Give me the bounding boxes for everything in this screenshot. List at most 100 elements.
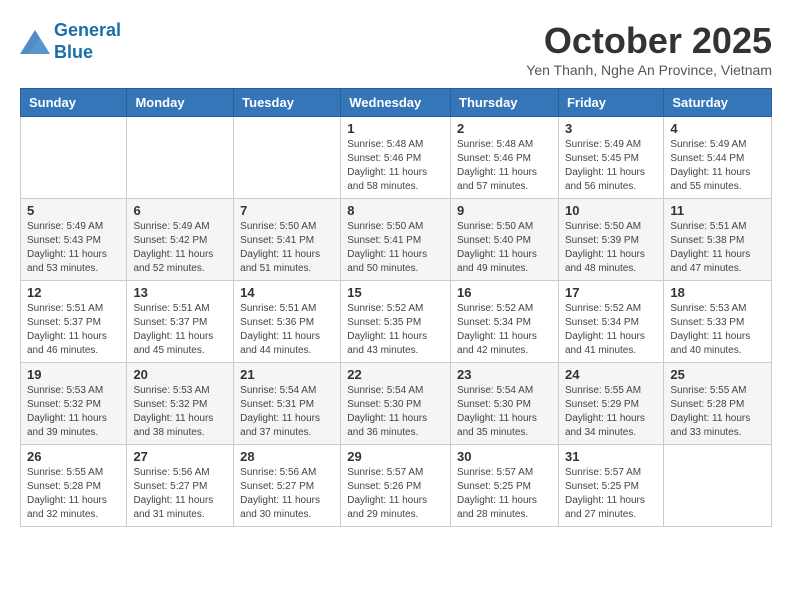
calendar-cell-4-4: 30 Sunrise: 5:57 AM Sunset: 5:25 PM Dayli… — [451, 445, 559, 527]
day-number: 18 — [670, 285, 765, 300]
day-number: 1 — [347, 121, 444, 136]
calendar-cell-1-2: 7 Sunrise: 5:50 AM Sunset: 5:41 PM Daylig… — [234, 199, 341, 281]
day-info: Sunrise: 5:53 AM Sunset: 5:33 PM Dayligh… — [670, 302, 765, 358]
weekday-header-tuesday: Tuesday — [234, 89, 341, 117]
calendar-cell-3-5: 24 Sunrise: 5:55 AM Sunset: 5:29 PM Dayli… — [558, 363, 663, 445]
day-number: 20 — [133, 367, 227, 382]
day-info: Sunrise: 5:57 AM Sunset: 5:26 PM Dayligh… — [347, 466, 444, 522]
day-info: Sunrise: 5:49 AM Sunset: 5:43 PM Dayligh… — [27, 220, 120, 276]
day-info: Sunrise: 5:49 AM Sunset: 5:45 PM Dayligh… — [565, 138, 657, 194]
day-info: Sunrise: 5:50 AM Sunset: 5:39 PM Dayligh… — [565, 220, 657, 276]
weekday-header-wednesday: Wednesday — [341, 89, 451, 117]
day-info: Sunrise: 5:51 AM Sunset: 5:36 PM Dayligh… — [240, 302, 334, 358]
calendar-cell-0-5: 3 Sunrise: 5:49 AM Sunset: 5:45 PM Daylig… — [558, 117, 663, 199]
calendar-cell-2-4: 16 Sunrise: 5:52 AM Sunset: 5:34 PM Dayli… — [451, 281, 559, 363]
calendar-cell-2-3: 15 Sunrise: 5:52 AM Sunset: 5:35 PM Dayli… — [341, 281, 451, 363]
weekday-header-friday: Friday — [558, 89, 663, 117]
day-info: Sunrise: 5:53 AM Sunset: 5:32 PM Dayligh… — [133, 384, 227, 440]
day-number: 5 — [27, 203, 120, 218]
day-info: Sunrise: 5:55 AM Sunset: 5:29 PM Dayligh… — [565, 384, 657, 440]
calendar-cell-3-1: 20 Sunrise: 5:53 AM Sunset: 5:32 PM Dayli… — [127, 363, 234, 445]
weekday-header-thursday: Thursday — [451, 89, 559, 117]
calendar-cell-2-1: 13 Sunrise: 5:51 AM Sunset: 5:37 PM Dayli… — [127, 281, 234, 363]
day-info: Sunrise: 5:54 AM Sunset: 5:31 PM Dayligh… — [240, 384, 334, 440]
day-info: Sunrise: 5:53 AM Sunset: 5:32 PM Dayligh… — [27, 384, 120, 440]
day-number: 8 — [347, 203, 444, 218]
day-info: Sunrise: 5:56 AM Sunset: 5:27 PM Dayligh… — [240, 466, 334, 522]
day-number: 6 — [133, 203, 227, 218]
day-number: 15 — [347, 285, 444, 300]
month-title: October 2025 — [526, 20, 772, 62]
calendar-cell-3-3: 22Sunrise: 5:54 AM Sunset: 5:30 PM Dayli… — [341, 363, 451, 445]
day-number: 12 — [27, 285, 120, 300]
calendar-cell-0-0 — [21, 117, 127, 199]
day-number: 21 — [240, 367, 334, 382]
day-number: 13 — [133, 285, 227, 300]
calendar-table: SundayMondayTuesdayWednesdayThursdayFrid… — [20, 88, 772, 527]
calendar-cell-3-6: 25 Sunrise: 5:55 AM Sunset: 5:28 PM Dayli… — [664, 363, 772, 445]
calendar-cell-2-2: 14 Sunrise: 5:51 AM Sunset: 5:36 PM Dayli… — [234, 281, 341, 363]
calendar-row-4: 26Sunrise: 5:55 AM Sunset: 5:28 PM Dayli… — [21, 445, 772, 527]
day-info: Sunrise: 5:52 AM Sunset: 5:35 PM Dayligh… — [347, 302, 444, 358]
day-number: 10 — [565, 203, 657, 218]
weekday-header-monday: Monday — [127, 89, 234, 117]
calendar-row-2: 12 Sunrise: 5:51 AM Sunset: 5:37 PM Dayli… — [21, 281, 772, 363]
day-info: Sunrise: 5:51 AM Sunset: 5:37 PM Dayligh… — [133, 302, 227, 358]
day-number: 4 — [670, 121, 765, 136]
day-number: 16 — [457, 285, 552, 300]
day-number: 25 — [670, 367, 765, 382]
calendar-cell-4-3: 29 Sunrise: 5:57 AM Sunset: 5:26 PM Dayli… — [341, 445, 451, 527]
day-info: Sunrise: 5:55 AM Sunset: 5:28 PM Dayligh… — [670, 384, 765, 440]
day-number: 24 — [565, 367, 657, 382]
day-info: Sunrise: 5:50 AM Sunset: 5:41 PM Dayligh… — [347, 220, 444, 276]
day-number: 11 — [670, 203, 765, 218]
day-info: Sunrise: 5:50 AM Sunset: 5:41 PM Dayligh… — [240, 220, 334, 276]
day-info: Sunrise: 5:54 AM Sunset: 5:30 PM Dayligh… — [347, 384, 444, 440]
day-number: 28 — [240, 449, 334, 464]
day-number: 3 — [565, 121, 657, 136]
calendar-cell-1-0: 5 Sunrise: 5:49 AM Sunset: 5:43 PM Daylig… — [21, 199, 127, 281]
location-title: Yen Thanh, Nghe An Province, Vietnam — [526, 62, 772, 78]
calendar-cell-4-0: 26Sunrise: 5:55 AM Sunset: 5:28 PM Dayli… — [21, 445, 127, 527]
logo: General Blue — [20, 20, 121, 63]
logo-icon — [20, 30, 50, 54]
day-number: 19 — [27, 367, 120, 382]
day-number: 17 — [565, 285, 657, 300]
day-number: 30 — [457, 449, 552, 464]
calendar-cell-0-3: 1 Sunrise: 5:48 AM Sunset: 5:46 PM Daylig… — [341, 117, 451, 199]
day-number: 29 — [347, 449, 444, 464]
day-number: 2 — [457, 121, 552, 136]
calendar-cell-0-1 — [127, 117, 234, 199]
weekday-header-row: SundayMondayTuesdayWednesdayThursdayFrid… — [21, 89, 772, 117]
calendar-row-0: 1 Sunrise: 5:48 AM Sunset: 5:46 PM Daylig… — [21, 117, 772, 199]
calendar-cell-1-6: 11Sunrise: 5:51 AM Sunset: 5:38 PM Dayli… — [664, 199, 772, 281]
day-info: Sunrise: 5:56 AM Sunset: 5:27 PM Dayligh… — [133, 466, 227, 522]
day-number: 26 — [27, 449, 120, 464]
calendar-cell-3-0: 19 Sunrise: 5:53 AM Sunset: 5:32 PM Dayli… — [21, 363, 127, 445]
day-number: 7 — [240, 203, 334, 218]
day-info: Sunrise: 5:57 AM Sunset: 5:25 PM Dayligh… — [565, 466, 657, 522]
calendar-cell-0-6: 4 Sunrise: 5:49 AM Sunset: 5:44 PM Daylig… — [664, 117, 772, 199]
day-info: Sunrise: 5:57 AM Sunset: 5:25 PM Dayligh… — [457, 466, 552, 522]
calendar-row-3: 19 Sunrise: 5:53 AM Sunset: 5:32 PM Dayli… — [21, 363, 772, 445]
day-info: Sunrise: 5:48 AM Sunset: 5:46 PM Dayligh… — [347, 138, 444, 194]
day-info: Sunrise: 5:49 AM Sunset: 5:44 PM Dayligh… — [670, 138, 765, 194]
day-number: 27 — [133, 449, 227, 464]
calendar-cell-0-2 — [234, 117, 341, 199]
day-info: Sunrise: 5:51 AM Sunset: 5:37 PM Dayligh… — [27, 302, 120, 358]
calendar-cell-1-5: 10 Sunrise: 5:50 AM Sunset: 5:39 PM Dayli… — [558, 199, 663, 281]
calendar-cell-1-4: 9Sunrise: 5:50 AM Sunset: 5:40 PM Daylig… — [451, 199, 559, 281]
header: General Blue October 2025 Yen Thanh, Ngh… — [20, 20, 772, 78]
day-number: 9 — [457, 203, 552, 218]
day-number: 23 — [457, 367, 552, 382]
day-number: 14 — [240, 285, 334, 300]
calendar-cell-1-1: 6Sunrise: 5:49 AM Sunset: 5:42 PM Daylig… — [127, 199, 234, 281]
calendar-cell-1-3: 8 Sunrise: 5:50 AM Sunset: 5:41 PM Daylig… — [341, 199, 451, 281]
day-info: Sunrise: 5:54 AM Sunset: 5:30 PM Dayligh… — [457, 384, 552, 440]
calendar-row-1: 5 Sunrise: 5:49 AM Sunset: 5:43 PM Daylig… — [21, 199, 772, 281]
calendar-cell-2-6: 18 Sunrise: 5:53 AM Sunset: 5:33 PM Dayli… — [664, 281, 772, 363]
day-info: Sunrise: 5:52 AM Sunset: 5:34 PM Dayligh… — [457, 302, 552, 358]
calendar-cell-2-0: 12 Sunrise: 5:51 AM Sunset: 5:37 PM Dayli… — [21, 281, 127, 363]
weekday-header-sunday: Sunday — [21, 89, 127, 117]
calendar-cell-4-5: 31Sunrise: 5:57 AM Sunset: 5:25 PM Dayli… — [558, 445, 663, 527]
